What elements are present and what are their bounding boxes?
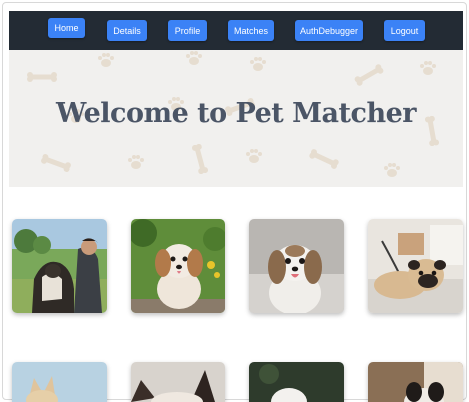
nav-profile-button[interactable]: Profile [168, 20, 207, 41]
pet-photo-cat-ears [131, 362, 225, 402]
paw-icon [420, 61, 436, 75]
paw-icon [98, 53, 114, 67]
nav-authdebugger-button[interactable]: AuthDebugger [295, 20, 363, 41]
bone-icon [309, 149, 339, 169]
pet-card-3[interactable] [249, 219, 344, 313]
pet-card-1[interactable] [12, 219, 107, 313]
pet-card-4[interactable] [368, 219, 463, 313]
bone-icon [27, 72, 57, 82]
nav-details-button[interactable]: Details [107, 20, 147, 41]
pet-photo-white-dog [249, 362, 344, 402]
bone-icon [191, 143, 209, 175]
navbar: Home Details Profile Matches AuthDebugge… [9, 11, 463, 50]
pet-photo-dog-ears [12, 362, 107, 402]
paw-icon [250, 57, 266, 71]
nav-matches-button[interactable]: Matches [228, 20, 274, 41]
paw-icon [384, 163, 400, 177]
paw-icon [128, 155, 144, 169]
pet-photo-pug [368, 219, 463, 313]
pet-card-5[interactable] [12, 362, 107, 402]
pet-photo-shih-tzu [249, 219, 344, 313]
bone-icon [41, 154, 71, 172]
pet-photo-husky-with-man [12, 219, 107, 313]
hero-title: Welcome to Pet Matcher [56, 98, 417, 129]
pet-card-6[interactable] [131, 362, 225, 402]
bone-icon [354, 64, 384, 86]
pet-photo-black-white-dog [368, 362, 463, 402]
paw-icon [246, 149, 262, 163]
nav-home-button[interactable]: Home [48, 18, 85, 38]
pet-card-2[interactable] [131, 219, 225, 313]
pet-photo-havanese-puppy [131, 219, 225, 313]
paw-icon [186, 51, 202, 65]
pet-card-7[interactable] [249, 362, 344, 402]
nav-logout-button[interactable]: Logout [384, 20, 425, 41]
hero-banner: Welcome to Pet Matcher [9, 50, 463, 187]
pet-card-8[interactable] [368, 362, 463, 402]
